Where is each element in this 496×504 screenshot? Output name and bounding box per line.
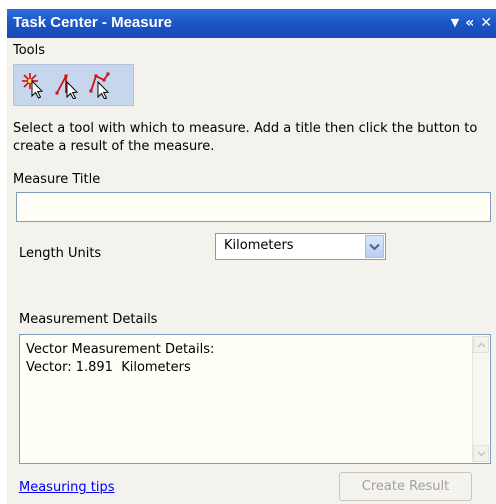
vertical-scrollbar[interactable] xyxy=(472,336,489,462)
chevron-down-icon xyxy=(369,243,380,250)
measurement-details-box[interactable]: Vector Measurement Details: Vector: 1.89… xyxy=(19,334,491,464)
vector-cursor-icon xyxy=(55,74,79,99)
panel-title: Task Center - Measure xyxy=(13,14,172,31)
length-units-value: Kilometers xyxy=(224,238,294,253)
measuring-tips-link[interactable]: Measuring tips xyxy=(19,480,115,495)
menu-dropdown-icon[interactable]: ▼ xyxy=(451,13,459,33)
chevron-up-icon xyxy=(476,341,486,348)
tools-toolbar xyxy=(13,64,134,106)
scroll-down-button[interactable] xyxy=(473,445,489,462)
measure-title-input[interactable] xyxy=(16,192,491,222)
tools-label: Tools xyxy=(13,43,46,58)
length-units-label: Length Units xyxy=(19,246,102,261)
measurement-details-label: Measurement Details xyxy=(19,312,158,327)
title-bar: Task Center - Measure ▼ « ✕ xyxy=(7,9,496,38)
title-controls: ▼ « ✕ xyxy=(451,13,492,33)
scroll-up-button[interactable] xyxy=(473,336,489,353)
polyline-cursor-icon xyxy=(89,72,110,99)
close-icon[interactable]: ✕ xyxy=(480,13,492,33)
instructions-text: Select a tool with which to measure. Add… xyxy=(13,121,478,154)
task-center-panel: Task Center - Measure ▼ « ✕ Tools Select… xyxy=(7,9,496,504)
measure-title-label: Measure Title xyxy=(13,172,101,187)
sparkle-cursor-icon xyxy=(22,73,44,99)
vector-tool-button[interactable] xyxy=(52,68,82,102)
create-result-button[interactable]: Create Result xyxy=(339,472,472,501)
length-units-select[interactable]: Kilometers xyxy=(215,233,386,260)
select-tool-button[interactable] xyxy=(18,68,48,102)
dropdown-button[interactable] xyxy=(365,235,384,258)
chevron-down-icon xyxy=(476,450,486,457)
measurement-details-text: Vector Measurement Details: Vector: 1.89… xyxy=(26,342,215,375)
collapse-icon[interactable]: « xyxy=(465,13,474,33)
polyline-tool-button[interactable] xyxy=(86,68,116,102)
